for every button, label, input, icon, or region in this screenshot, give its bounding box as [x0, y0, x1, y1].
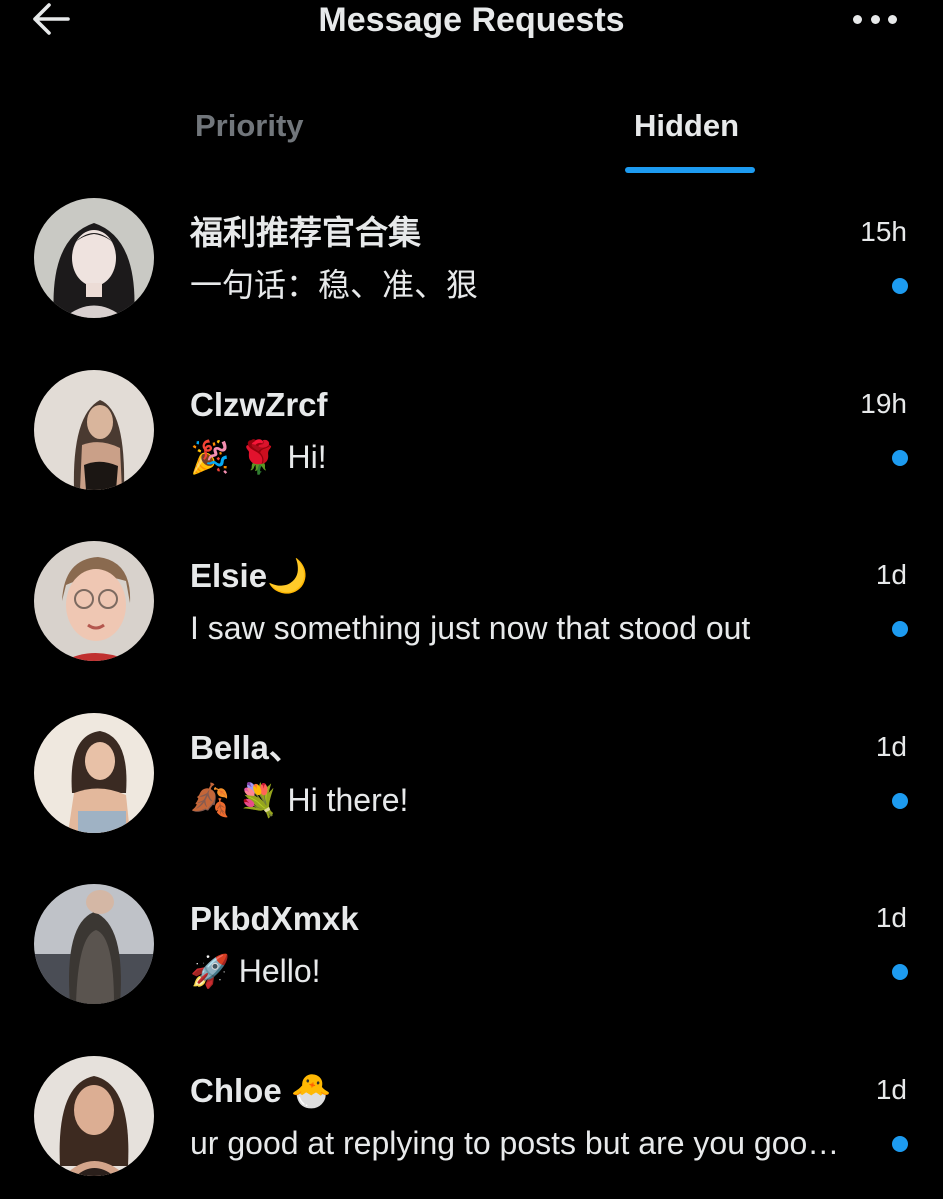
- dot-icon: [870, 14, 880, 24]
- avatar[interactable]: [34, 1055, 154, 1176]
- unread-dot-icon: [892, 278, 908, 294]
- conversation-row[interactable]: PkbdXmxk 1d 🚀 Hello!: [0, 872, 943, 1044]
- unread-dot-icon: [892, 1135, 908, 1152]
- timestamp: 1d: [875, 559, 907, 590]
- avatar[interactable]: [34, 369, 154, 490]
- unread-dot-icon: [892, 792, 908, 809]
- active-tab-indicator: [625, 167, 755, 173]
- sender-name: ClzwZrcf: [190, 385, 328, 423]
- message-requests-screen: Message Requests Priority Hidden 福利推荐官合集…: [0, 0, 943, 1199]
- avatar[interactable]: [34, 198, 154, 318]
- message-preview: 🎉 🌹 Hi!: [190, 438, 327, 475]
- sender-name: 福利推荐官合集: [190, 214, 421, 251]
- sender-name: Bella、: [190, 728, 302, 766]
- conversation-row[interactable]: Bella、 1d 🍂 💐 Hi there!: [0, 701, 943, 873]
- dot-icon: [853, 14, 862, 24]
- dot-icon: [888, 14, 897, 24]
- page-title: Message Requests: [318, 1, 625, 39]
- sender-name: Chloe 🐣: [190, 1071, 332, 1109]
- sender-name: Elsie🌙: [190, 557, 309, 594]
- top-bar: Message Requests: [0, 0, 943, 40]
- message-preview: 🍂 💐 Hi there!: [190, 781, 409, 818]
- timestamp: 19h: [860, 387, 907, 419]
- conversation-row[interactable]: Elsie🌙 1d I saw something just now that …: [0, 529, 943, 701]
- conversation-row[interactable]: ClzwZrcf 19h 🎉 🌹 Hi!: [0, 358, 943, 530]
- conversation-row[interactable]: 福利推荐官合集 15h 一句话：稳、准、狠: [0, 186, 943, 358]
- avatar[interactable]: [34, 541, 154, 661]
- tab-hidden[interactable]: Hidden: [634, 106, 739, 146]
- timestamp: 1d: [875, 730, 907, 762]
- unread-dot-icon: [892, 449, 908, 466]
- timestamp: 1d: [875, 1073, 907, 1105]
- message-preview: 🚀 Hello!: [190, 953, 321, 989]
- timestamp: 15h: [860, 216, 907, 247]
- unread-dot-icon: [892, 621, 908, 637]
- tab-bar: Priority Hidden: [0, 96, 943, 176]
- message-preview: ur good at replying to posts but are you…: [190, 1124, 840, 1161]
- sender-name: PkbdXmxk: [190, 900, 359, 937]
- message-preview: I saw something just now that stood out: [190, 610, 751, 646]
- avatar[interactable]: [34, 712, 154, 833]
- message-preview: 一句话：稳、准、狠: [190, 267, 479, 303]
- timestamp: 1d: [875, 902, 907, 933]
- avatar[interactable]: [34, 884, 154, 1004]
- unread-dot-icon: [892, 964, 908, 980]
- conversation-list: 福利推荐官合集 15h 一句话：稳、准、狠 ClzwZrcf 19h 🎉 🌹 H…: [0, 186, 943, 1199]
- tab-priority[interactable]: Priority: [195, 106, 304, 146]
- conversation-row[interactable]: Chloe 🐣 1d ur good at replying to posts …: [0, 1044, 943, 1199]
- more-horizontal-icon[interactable]: [853, 6, 897, 32]
